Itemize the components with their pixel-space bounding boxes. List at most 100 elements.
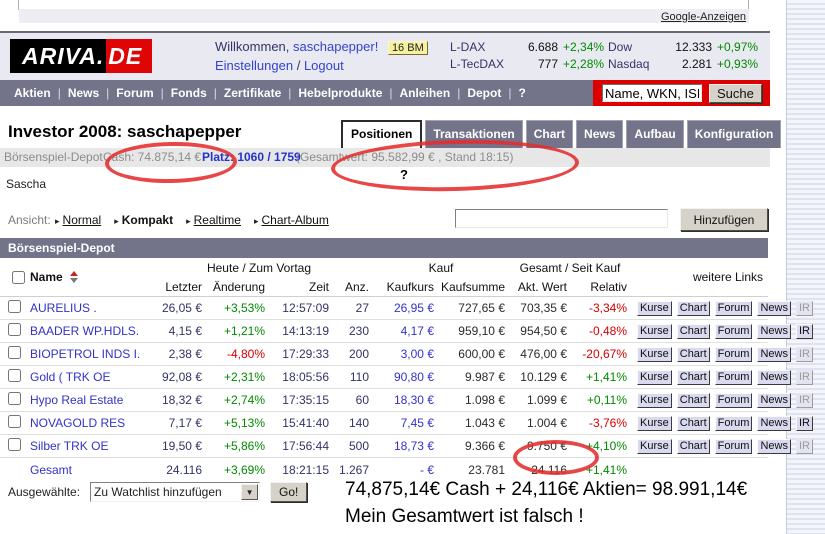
search-input[interactable] (602, 84, 702, 102)
position-name-link[interactable]: BIOPETROL INDS I. (26, 347, 145, 361)
username-link[interactable]: saschapepper! (293, 39, 378, 54)
row-link-kurse[interactable]: Kurse (637, 393, 672, 408)
row-link-forum[interactable]: Forum (715, 324, 753, 339)
select-all-checkbox[interactable] (12, 271, 25, 284)
ticker-name-dow: Dow (608, 39, 658, 56)
row-link-news[interactable]: News (757, 370, 791, 385)
ad-banner-bar: Google-Anzeigen (19, 9, 749, 23)
row-checkbox[interactable] (8, 300, 21, 313)
kaufkurs-value[interactable]: 18,30 € (373, 393, 438, 407)
position-name-link[interactable]: AURELIUS . (26, 301, 145, 315)
position-name-link[interactable]: BAADER WP.HDLS. (26, 324, 145, 338)
row-link-ir: IR (796, 439, 813, 454)
nav-item-forum[interactable]: Forum (116, 86, 153, 100)
add-button[interactable]: Hinzufügen (680, 208, 768, 231)
row-link-news[interactable]: News (757, 416, 791, 431)
row-link-forum[interactable]: Forum (715, 416, 753, 431)
add-symbol-input[interactable] (455, 209, 668, 228)
row-checkbox[interactable] (8, 323, 21, 336)
position-name-link[interactable]: NOVAGOLD RES (26, 416, 145, 430)
position-name-link[interactable]: Gold ( TRK OE (26, 370, 145, 384)
row-link-chart[interactable]: Chart (677, 416, 710, 431)
kaufkurs-value[interactable]: 18,73 € (373, 439, 438, 453)
kaufkurs-value[interactable]: 26,95 € (373, 301, 438, 315)
nav-item-fonds[interactable]: Fonds (171, 86, 207, 100)
nav-item-zertifikate[interactable]: Zertifikate (224, 86, 281, 100)
aenderung-value: -4,80% (206, 347, 269, 361)
nav-item-news[interactable]: News (68, 86, 99, 100)
row-link-news[interactable]: News (757, 393, 791, 408)
search-button[interactable]: Suche (709, 84, 762, 103)
ariva-logo[interactable]: ARIVA.DE (10, 39, 152, 73)
aenderung-value: +3,53% (206, 301, 269, 315)
google-ads-link[interactable]: Google-Anzeigen (661, 11, 746, 23)
zeit-value: 15:41:40 (269, 416, 333, 430)
row-link-forum[interactable]: Forum (715, 393, 753, 408)
row-checkbox[interactable] (8, 415, 21, 428)
nav-item-depot[interactable]: Depot (467, 86, 501, 100)
row-link-forum[interactable]: Forum (715, 370, 753, 385)
row-link-news[interactable]: News (757, 439, 791, 454)
settings-link[interactable]: Einstellungen (215, 58, 293, 73)
anzahl-value: 1.267 (333, 463, 373, 477)
kaufsumme-value: 9.987 € (438, 370, 509, 384)
row-link-chart[interactable]: Chart (677, 347, 710, 362)
row-link-kurse[interactable]: Kurse (637, 416, 672, 431)
row-link-forum[interactable]: Forum (715, 347, 753, 362)
tab-aufbau[interactable]: Aufbau (626, 120, 683, 148)
logout-link[interactable]: Logout (304, 58, 344, 73)
kaufkurs-value[interactable]: 90,80 € (373, 370, 438, 384)
kaufkurs-value[interactable]: 3,00 € (373, 347, 438, 361)
view-option-kompakt[interactable]: ▸Kompakt (114, 213, 173, 227)
row-link-chart[interactable]: Chart (677, 393, 710, 408)
row-link-news[interactable]: News (757, 347, 791, 362)
row-checkbox[interactable] (8, 346, 21, 359)
row-link-chart[interactable]: Chart (677, 370, 710, 385)
row-link-kurse[interactable]: Kurse (637, 324, 672, 339)
tab-news[interactable]: News (576, 120, 623, 148)
view-option-chart-album[interactable]: ▸Chart-Album (254, 213, 329, 227)
watchlist-select[interactable]: Zu Watchlist hinzufügen ▼ (90, 482, 260, 502)
row-link-forum[interactable]: Forum (715, 301, 753, 316)
nav-separator: | (508, 86, 511, 100)
position-name-link[interactable]: Hypo Real Estate (26, 393, 145, 407)
nav-item-aktien[interactable]: Aktien (14, 86, 51, 100)
nav-item-hebelprodukte[interactable]: Hebelprodukte (298, 86, 382, 100)
position-name-link[interactable]: Silber TRK OE (26, 439, 145, 453)
kaufkurs-value[interactable]: 7,45 € (373, 416, 438, 430)
kaufkurs-value[interactable]: 4,17 € (373, 324, 438, 338)
row-link-chart[interactable]: Chart (677, 439, 710, 454)
nav-item-anleihen[interactable]: Anleihen (400, 86, 451, 100)
sort-icon[interactable] (70, 271, 78, 283)
ticker-name-l-tecdax: L-TecDAX (450, 56, 508, 73)
logo-text-red: DE (106, 39, 152, 73)
row-link-ir: IR (796, 347, 813, 362)
row-link-chart[interactable]: Chart (677, 301, 710, 316)
row-link-kurse[interactable]: Kurse (637, 370, 672, 385)
group-header-heute: Heute / Zum Vortag (145, 261, 373, 275)
nav-item-item[interactable]: ? (518, 86, 525, 100)
column-header-name[interactable]: Name (26, 270, 145, 284)
row-link-news[interactable]: News (757, 324, 791, 339)
row-link-forum[interactable]: Forum (715, 439, 753, 454)
row-link-ir: IR (796, 393, 813, 408)
messages-badge[interactable]: 16 BM (388, 41, 428, 55)
row-link-news[interactable]: News (757, 301, 791, 316)
row-link-ir[interactable]: IR (796, 416, 813, 431)
row-link-ir[interactable]: IR (796, 324, 813, 339)
row-link-kurse[interactable]: Kurse (637, 439, 672, 454)
row-checkbox-cell (0, 300, 26, 316)
row-link-chart[interactable]: Chart (677, 324, 710, 339)
row-link-kurse[interactable]: Kurse (637, 347, 672, 362)
row-links-cell: KurseChartForumNewsIR (631, 324, 768, 339)
row-checkbox[interactable] (8, 438, 21, 451)
row-checkbox[interactable] (8, 392, 21, 405)
view-option-realtime[interactable]: ▸Realtime (186, 213, 241, 227)
row-link-kurse[interactable]: Kurse (637, 301, 672, 316)
row-checkbox[interactable] (8, 369, 21, 382)
zeit-value: 17:35:15 (269, 393, 333, 407)
view-option-normal[interactable]: ▸Normal (55, 213, 101, 227)
tab-konfiguration[interactable]: Konfiguration (687, 120, 782, 148)
dropdown-arrow-icon[interactable]: ▼ (241, 484, 258, 500)
go-button[interactable]: Go! (270, 482, 307, 502)
